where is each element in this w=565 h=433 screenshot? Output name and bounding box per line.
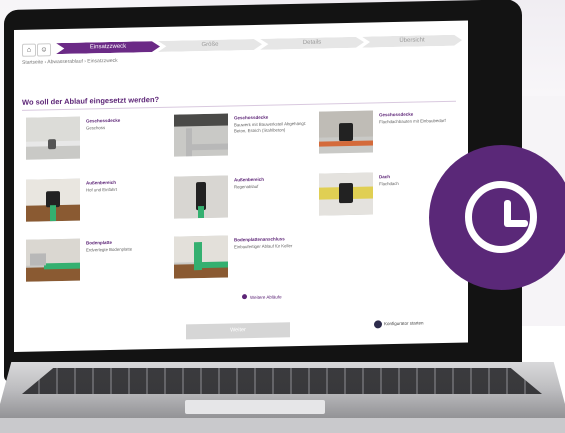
tile-description: Flachdachbauten mit Einbaubedarf (379, 117, 446, 125)
configurator-link[interactable]: Konfigurator starten (384, 320, 424, 326)
option-tile[interactable]: Geschossdecke Flachdachbauten mit Einbau… (319, 109, 459, 170)
tile-title: Bodenplatte (86, 239, 113, 246)
tile-image (26, 178, 80, 222)
breadcrumb[interactable]: Startseite › Abwasserablauf › Einsatzzwe… (22, 58, 118, 66)
step-uebersicht[interactable]: Übersicht (362, 35, 462, 48)
page-title: Wo soll der Ablauf eingesetzt werden? (22, 94, 160, 107)
more-link-icon (242, 294, 247, 300)
tile-title: Geschossdecke (86, 117, 121, 124)
step-navigation: ⌂ ☺ Einsatzzweck Größe Details Übersicht (22, 35, 462, 57)
tile-image (26, 238, 80, 282)
clock-icon (465, 181, 537, 253)
laptop-screen: ⌂ ☺ Einsatzzweck Größe Details Übersicht… (14, 20, 468, 353)
step-groesse[interactable]: Größe (158, 39, 262, 52)
more-link[interactable]: Weitere Abläufe (250, 294, 282, 300)
home-icon[interactable]: ⌂ (22, 43, 36, 57)
tile-description: Hof und Einfahrt (86, 186, 118, 193)
step-details[interactable]: Details (260, 37, 364, 50)
tile-title: Geschossdecke (234, 114, 269, 121)
option-tile[interactable]: Außenbereich Hof und Einfahrt (26, 177, 166, 238)
configurator-icon (374, 320, 382, 329)
tile-description: Regenablauf (234, 183, 259, 190)
option-tile[interactable]: Bodenplatte Erdverlegte Bodenplatte (26, 237, 166, 298)
option-tile[interactable]: Bodenplattenanschluss Einbaufertiger Abl… (174, 234, 314, 295)
next-button[interactable]: Weiter (186, 322, 290, 340)
tile-title: Geschossdecke (379, 111, 414, 118)
tile-title: Außenbereich (234, 176, 265, 183)
tile-image (174, 113, 228, 157)
tile-description: Einbaufertiger Ablauf für Keller (234, 243, 293, 250)
tile-description: Erdverlegte Bodenplatte (86, 246, 133, 253)
laptop-trackpad (185, 400, 325, 414)
option-tile[interactable]: Geschossdecke Bauwerk mit Bauwerksteil A… (174, 112, 314, 173)
tile-image (174, 175, 228, 219)
tile-image (174, 235, 228, 279)
clock-badge (429, 145, 565, 290)
user-icon[interactable]: ☺ (37, 43, 51, 57)
laptop-keyboard (22, 368, 542, 394)
laptop-base-edge (0, 418, 565, 433)
clock-hand-minute (504, 220, 528, 227)
tile-image (319, 172, 373, 216)
step-einsatzzweck[interactable]: Einsatzzweck (56, 41, 160, 54)
tile-description: Geschoss (86, 125, 106, 131)
tile-title: Bodenplattenanschluss (234, 236, 285, 243)
tile-image (26, 116, 80, 160)
tile-description: Bauwerk mit Bauwerksteil Abgehängt: Beto… (234, 120, 307, 134)
tile-image (319, 110, 373, 154)
option-tile[interactable]: Außenbereich Regenablauf (174, 174, 314, 235)
option-tile[interactable]: Geschossdecke Geschoss (26, 115, 166, 176)
tile-title: Außenbereich (86, 179, 117, 186)
